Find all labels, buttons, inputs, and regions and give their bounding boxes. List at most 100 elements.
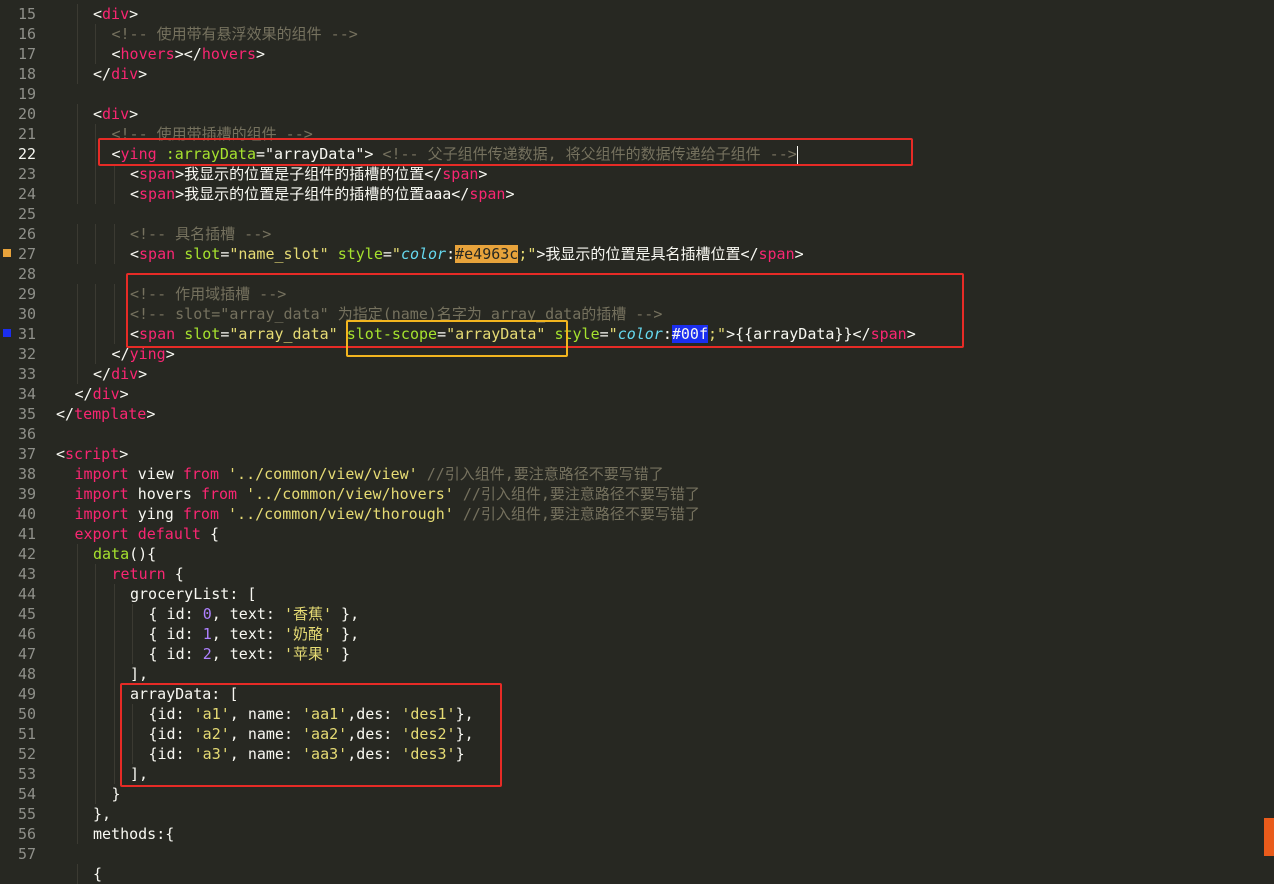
code-line[interactable]: 37 <script> [0, 444, 1260, 464]
code-token: from [182, 505, 219, 523]
line-number: 40 [17, 505, 36, 523]
code-line[interactable]: 19 [0, 84, 1260, 104]
code-token: span [139, 185, 176, 203]
code-line[interactable]: 41 export default { [0, 524, 1260, 544]
code-token: //引入组件,要注意路径不要写错了 [453, 505, 700, 523]
indent-guide [95, 664, 96, 684]
code-line[interactable]: 39 import hovers from '../common/view/hov… [0, 484, 1260, 504]
indent-guide [76, 324, 78, 344]
code-line[interactable]: 47 { id: 2, text: '苹果' } [0, 644, 1260, 664]
code-line[interactable]: 44 groceryList: [ [0, 584, 1260, 604]
code-line[interactable]: 48], [0, 664, 1260, 684]
code-token: ></ [174, 45, 202, 63]
code-line[interactable]: 24 <span>我显示的位置是子组件的插槽的位置aaa</span> [0, 184, 1260, 204]
code-line[interactable]: 34 </div> [0, 384, 1260, 404]
line-number: 45 [17, 605, 36, 623]
code-token: = [382, 245, 392, 263]
code-token: < [93, 105, 103, 123]
indent-guide [76, 184, 78, 204]
code-line[interactable]: 18 </div> [0, 64, 1260, 84]
code-line[interactable]: 45 { id: 0, text: '香蕉' }, [0, 604, 1260, 624]
code-line[interactable]: 17 <hovers></hovers> [0, 44, 1260, 64]
code-token: { [165, 565, 184, 583]
indent-guide [76, 784, 78, 804]
code-token: < [130, 245, 140, 263]
code-text: export default { [75, 524, 220, 544]
code-token: default [137, 525, 201, 543]
line-change-marker-blue [3, 329, 11, 337]
code-token: > [129, 105, 139, 123]
code-token: span [758, 245, 795, 263]
scrollbar-marker[interactable] [1264, 818, 1274, 856]
code-token: > [146, 405, 156, 423]
code-line[interactable]: 36 [0, 424, 1260, 444]
indent-guide [132, 624, 133, 644]
indent-guide [113, 164, 115, 184]
line-number: 23 [17, 165, 36, 183]
code-token: return [111, 565, 166, 583]
line-number: 50 [17, 705, 36, 723]
code-line[interactable]: 20 <div> [0, 104, 1260, 124]
code-line[interactable]: 27 <span slot="name_slot" style="color:#e… [0, 244, 1260, 264]
code-line[interactable]: 33 </div> [0, 364, 1260, 384]
code-token: > [138, 365, 148, 383]
line-number: 33 [17, 365, 36, 383]
code-line[interactable]: { [0, 864, 1260, 884]
indent-guide [76, 704, 78, 724]
indent-guide [76, 724, 78, 744]
line-number: 32 [17, 345, 36, 363]
code-token: > [119, 445, 129, 463]
line-change-marker-orange [3, 249, 11, 257]
code-token: < [93, 5, 103, 23]
code-line[interactable]: 42 data(){ [0, 544, 1260, 564]
indent-guide [76, 744, 78, 764]
code-editor[interactable]: 15 <div> 16 <!-- 使用带有悬浮效果的组件 --> 17 <hovers><… [0, 0, 1274, 884]
code-token: '../common/view/view' [228, 465, 418, 483]
indent-guide [113, 684, 115, 704]
indent-guide [76, 344, 78, 364]
annotation-box-slot-scope [346, 320, 568, 357]
code-line[interactable]: 16 <!-- 使用带有悬浮效果的组件 --> [0, 24, 1260, 44]
code-token: > [505, 185, 515, 203]
code-line[interactable]: 23 <span>我显示的位置是子组件的插槽的位置</span> [0, 164, 1260, 184]
indent-guide [76, 544, 78, 564]
code-text: return { [112, 564, 184, 584]
code-token: , text: [211, 625, 284, 643]
code-token: export [74, 525, 129, 543]
code-line[interactable]: 26 <!-- 具名插槽 --> [0, 224, 1260, 244]
line-number: 22 [17, 145, 36, 163]
code-token: } [111, 785, 121, 803]
line-number: 34 [17, 385, 36, 403]
code-line[interactable]: 55}, [0, 804, 1260, 824]
code-line[interactable]: 35 </template> [0, 404, 1260, 424]
line-number: 35 [17, 405, 36, 423]
line-number: 48 [17, 665, 36, 683]
line-number: 18 [17, 65, 36, 83]
code-token: hovers [201, 45, 256, 63]
code-text: { [93, 864, 102, 884]
code-token: <!-- 使用带有悬浮效果的组件 --> [111, 25, 358, 43]
code-token: > [256, 45, 266, 63]
code-line[interactable]: 46 { id: 1, text: '奶酪' }, [0, 624, 1260, 644]
code-token: from [182, 465, 219, 483]
code-line[interactable]: 56 methods:{ [0, 824, 1260, 844]
code-line[interactable]: 15 <div> [0, 4, 1260, 24]
indent-guide [95, 684, 96, 704]
code-token: < [130, 165, 140, 183]
line-number: 37 [17, 445, 36, 463]
code-token: span [442, 165, 479, 183]
code-line[interactable]: 57 [0, 844, 1260, 864]
indent-guide [76, 564, 78, 584]
indent-guide [95, 184, 96, 204]
code-line[interactable]: 25 [0, 204, 1260, 224]
line-number: 54 [17, 785, 36, 803]
line-number: 42 [17, 545, 36, 563]
code-token: " [391, 245, 401, 263]
code-line[interactable]: 54} [0, 784, 1260, 804]
line-number: 28 [17, 265, 36, 283]
indent-guide [113, 584, 115, 604]
code-line[interactable]: 38 import view from '../common/view/view'… [0, 464, 1260, 484]
code-line[interactable]: 40 import ying from '../common/view/thoro… [0, 504, 1260, 524]
code-token: (){ [129, 545, 157, 563]
code-line[interactable]: 43 return { [0, 564, 1260, 584]
